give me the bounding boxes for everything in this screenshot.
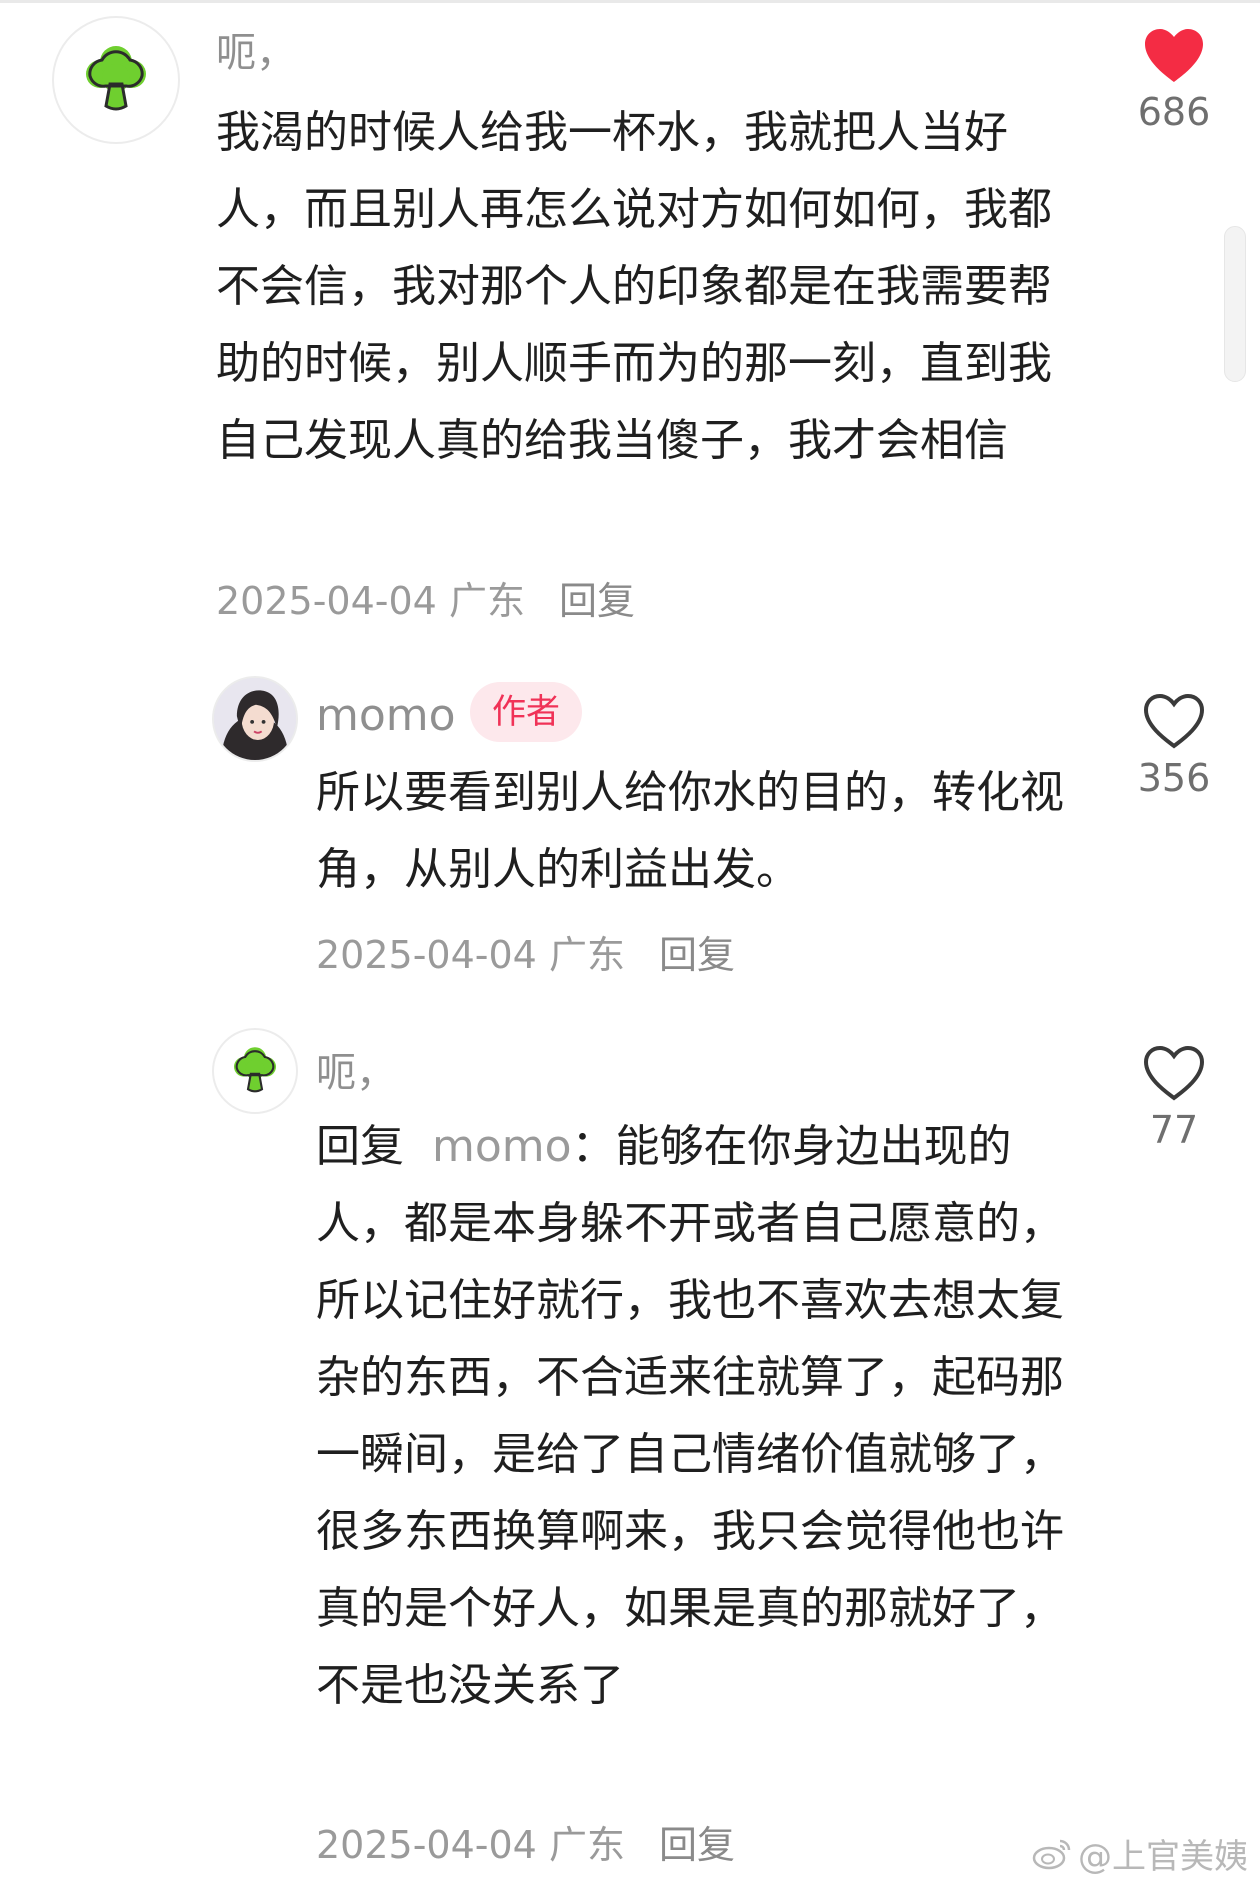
author-badge: 作者 xyxy=(470,682,582,742)
comment-location: 广东 xyxy=(448,579,525,623)
like-button[interactable]: 77 xyxy=(1114,1044,1234,1152)
heart-filled-icon xyxy=(1145,29,1203,82)
comment-username[interactable]: momo xyxy=(316,690,456,741)
comment-date: 2025-04-04 xyxy=(316,1823,537,1867)
reply-target-username[interactable]: momo xyxy=(432,1121,572,1172)
comment-date: 2025-04-04 xyxy=(216,579,437,623)
top-divider xyxy=(0,0,1260,3)
comment-meta: 2025-04-04 广东 回复 xyxy=(216,570,635,625)
like-button[interactable]: 686 xyxy=(1114,26,1234,134)
comment-meta: 2025-04-04 广东 回复 xyxy=(316,1814,735,1869)
user-photo-avatar xyxy=(214,678,296,760)
comment-location: 广东 xyxy=(548,933,625,977)
broccoli-icon xyxy=(234,1047,276,1093)
comment-text: 我渴的时候人给我一杯水，我就把人当好人，而且别人再怎么说对方如何如何，我都不会信… xyxy=(216,107,1052,466)
broccoli-icon xyxy=(86,46,146,111)
avatar[interactable] xyxy=(52,16,180,144)
comment-meta: 2025-04-04 广东 回复 xyxy=(316,924,735,979)
avatar[interactable] xyxy=(212,676,298,762)
comment-text-body: 能够在你身边出现的人，都是本身躲不开或者自己愿意的，所以记住好就行，我也不喜欢去… xyxy=(316,1121,1064,1711)
like-count: 686 xyxy=(1137,90,1211,134)
scrollbar[interactable] xyxy=(1224,226,1246,382)
like-button[interactable]: 356 xyxy=(1114,692,1234,800)
comment-location: 广东 xyxy=(548,1823,625,1867)
reply-colon: ： xyxy=(571,1121,616,1172)
watermark-text: @上官美姨 xyxy=(1078,1837,1248,1877)
comment-text: 所以要看到别人给你水的目的，转化视角，从别人的利益出发。 xyxy=(316,767,1064,895)
comment-username[interactable]: 呃， xyxy=(216,20,296,78)
heart-outline-icon xyxy=(1143,693,1205,749)
like-count: 77 xyxy=(1149,1108,1199,1152)
reply-button[interactable]: 回复 xyxy=(559,579,635,623)
comment-username[interactable]: 呃， xyxy=(316,1040,396,1098)
reply-button[interactable]: 回复 xyxy=(659,1823,735,1867)
reply-prefix: 回复 xyxy=(316,1121,404,1172)
like-count: 356 xyxy=(1137,756,1211,800)
avatar[interactable] xyxy=(212,1028,298,1114)
heart-outline-icon xyxy=(1143,1045,1205,1101)
comment-date: 2025-04-04 xyxy=(316,933,537,977)
comment-text: 回复 momo：能够在你身边出现的人，都是本身躲不开或者自己愿意的，所以记住好就… xyxy=(316,1108,1076,1724)
watermark: @上官美姨 xyxy=(1032,1829,1248,1878)
reply-button[interactable]: 回复 xyxy=(659,933,735,977)
weibo-logo-icon xyxy=(1032,1839,1071,1869)
